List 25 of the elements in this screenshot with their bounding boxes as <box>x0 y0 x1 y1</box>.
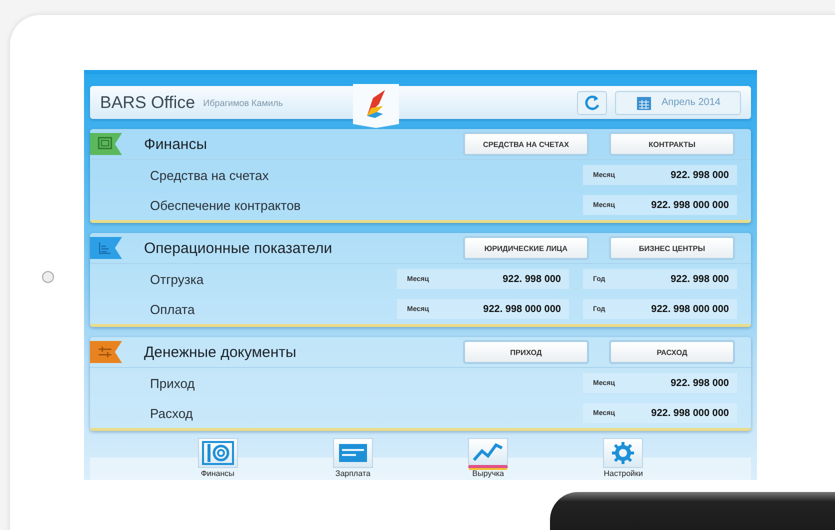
amount-value: 922. 998 000 <box>670 170 729 180</box>
user-name: Ибрагимов Камиль <box>203 98 283 108</box>
section-title: Операционные показатели <box>144 240 334 256</box>
section-title: Финансы <box>144 136 208 152</box>
calendar-icon <box>636 94 652 110</box>
row-label: Оплата <box>150 302 196 316</box>
amount-value: 922. 998 000 000 <box>483 304 561 314</box>
amount-value: 922. 998 000 000 <box>651 304 729 314</box>
amount-value: 922. 998 000 000 <box>651 200 729 210</box>
amount-value: 922. 998 000 000 <box>651 408 729 418</box>
row-label: Средства на счетах <box>150 168 270 182</box>
app-title: BARS Office <box>100 92 196 112</box>
row-label: Приход <box>150 376 196 390</box>
amount-value: 922. 998 000 <box>670 274 729 284</box>
amount-value: 922. 998 000 <box>502 274 561 284</box>
refresh-icon <box>583 94 601 112</box>
row-label: Расход <box>150 406 194 420</box>
row-label: Отгрузка <box>150 272 205 286</box>
amount-value: 922. 998 000 <box>670 378 729 388</box>
tab-icon <box>200 439 235 467</box>
refresh-button[interactable] <box>577 90 607 114</box>
row-label: Обеспечение контрактов <box>150 198 302 212</box>
section-title: Денежные документы <box>144 344 298 360</box>
home-button[interactable] <box>42 271 54 283</box>
feather-logo-icon <box>352 84 399 128</box>
